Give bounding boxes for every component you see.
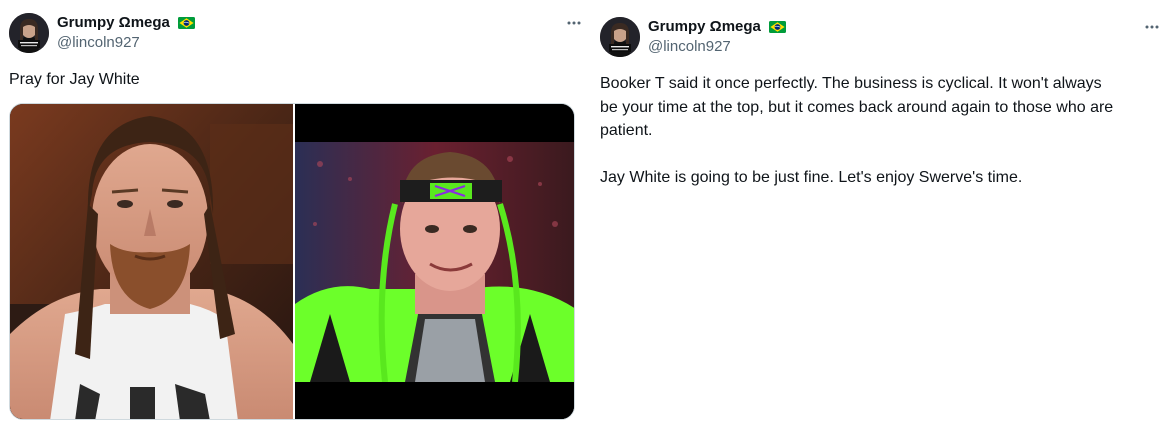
tweet-text: Booker T said it once perfectly. The bus… [600, 75, 1114, 186]
page: Grumpy Ωmega @lincoln927 Pray for Jay Wh… [0, 0, 1173, 426]
avatar[interactable] [9, 13, 49, 53]
avatar[interactable] [600, 17, 640, 57]
tweet-header: Grumpy Ωmega @lincoln927 [600, 16, 1173, 60]
wrestler-photo-left[interactable] [10, 104, 293, 420]
display-name[interactable]: Grumpy Ωmega [648, 17, 761, 37]
wrestler-photo-right[interactable] [295, 104, 575, 420]
tweet-card[interactable]: Grumpy Ωmega @lincoln927 [0, 0, 586, 426]
avatar-image [9, 13, 49, 53]
avatar-image [600, 17, 640, 57]
tweet-media[interactable] [9, 103, 575, 420]
tweet-text: Pray for Jay White [9, 71, 140, 88]
handle[interactable]: @lincoln927 [57, 33, 195, 53]
brazil-flag-icon [178, 16, 196, 29]
author-info[interactable]: Grumpy Ωmega @lincoln927 [648, 17, 787, 57]
author-info[interactable]: Grumpy Ωmega @lincoln927 [57, 13, 196, 53]
handle[interactable]: @lincoln927 [648, 37, 786, 57]
more-options-icon[interactable] [1142, 20, 1162, 34]
tweet-card[interactable]: Grumpy Ωmega @lincoln927 [588, 0, 1173, 426]
tweet-header: Grumpy Ωmega @lincoln927 [9, 12, 586, 56]
more-options-icon[interactable] [564, 16, 584, 30]
brazil-flag-icon [769, 20, 787, 33]
display-name[interactable]: Grumpy Ωmega [57, 13, 170, 33]
